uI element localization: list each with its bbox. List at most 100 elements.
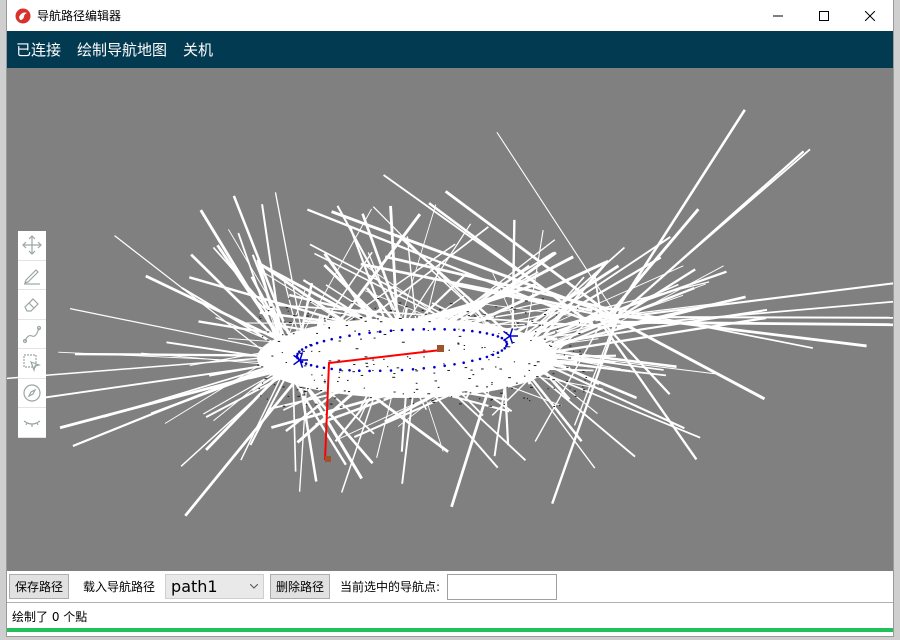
obstacle-speck — [457, 343, 460, 345]
nav-point[interactable] — [400, 368, 404, 372]
nav-point[interactable] — [462, 329, 466, 332]
obstacle-speck — [556, 328, 559, 330]
title-bar[interactable]: 导航路径编辑器 — [7, 0, 893, 31]
nav-point[interactable] — [478, 357, 482, 361]
nav-point[interactable] — [503, 347, 507, 350]
nav-point[interactable] — [496, 351, 500, 355]
minimize-button[interactable] — [755, 0, 801, 31]
nav-point[interactable] — [500, 336, 504, 340]
tool-hide[interactable] — [18, 408, 46, 438]
map-canvas[interactable] — [7, 68, 893, 571]
nav-point[interactable] — [330, 337, 334, 341]
obstacle-speck — [377, 298, 380, 300]
nav-point[interactable] — [330, 367, 334, 371]
nav-point[interactable] — [368, 331, 371, 335]
occupancy-map[interactable] — [7, 68, 893, 571]
current-point-label: 当前选中的导航点: — [340, 580, 441, 594]
obstacle-speck — [360, 317, 363, 319]
nav-point[interactable] — [368, 369, 371, 373]
nav-point[interactable] — [500, 349, 504, 352]
nav-point[interactable] — [378, 369, 382, 373]
nav-point[interactable] — [422, 327, 426, 331]
tool-draw-path[interactable] — [18, 320, 46, 349]
nav-point[interactable] — [300, 348, 304, 351]
nav-point[interactable] — [298, 350, 301, 354]
eraser-icon — [24, 298, 39, 312]
nav-point[interactable] — [491, 333, 495, 337]
obstacle-speck — [383, 358, 385, 360]
nav-point[interactable] — [485, 332, 489, 335]
menu-item-shutdown[interactable]: 关机 — [183, 39, 213, 60]
menu-item-draw-map[interactable]: 绘制导航地图 — [77, 39, 167, 60]
path-start-marker[interactable] — [325, 456, 331, 462]
tool-pencil[interactable] — [18, 261, 46, 290]
nav-point[interactable] — [389, 329, 393, 333]
nav-point[interactable] — [378, 330, 382, 334]
nav-point[interactable] — [505, 344, 508, 348]
nav-point[interactable] — [315, 341, 319, 345]
obstacle-speck — [573, 390, 576, 392]
save-path-button[interactable]: 保存路径 — [9, 574, 70, 599]
nav-point[interactable] — [491, 353, 495, 357]
nav-point[interactable] — [453, 363, 456, 366]
window-controls — [755, 0, 893, 31]
path-select[interactable]: path1 — [165, 574, 265, 599]
obstacle-speck — [303, 365, 307, 367]
obstacle-speck — [392, 329, 395, 331]
nav-point[interactable] — [304, 346, 308, 349]
current-point-field[interactable] — [447, 573, 558, 600]
nav-point[interactable] — [462, 361, 466, 365]
nav-point[interactable] — [443, 328, 447, 331]
nav-point[interactable] — [496, 335, 500, 338]
obstacle-speck — [306, 315, 309, 317]
nav-point[interactable] — [304, 362, 308, 365]
nav-point[interactable] — [443, 364, 447, 368]
tool-compass[interactable] — [18, 379, 46, 408]
obstacle-speck — [337, 381, 339, 383]
obstacle-speck — [323, 381, 326, 383]
obstacle-speck — [513, 308, 517, 310]
nav-point[interactable] — [471, 359, 474, 363]
nav-point[interactable] — [453, 328, 456, 332]
nav-point[interactable] — [505, 340, 508, 344]
nav-point[interactable] — [478, 330, 482, 334]
nav-point[interactable] — [339, 336, 342, 339]
nav-point[interactable] — [309, 363, 313, 367]
obstacle-speck — [422, 349, 426, 351]
close-button[interactable] — [847, 0, 893, 31]
nav-point[interactable] — [322, 366, 326, 370]
tool-move[interactable] — [18, 231, 46, 261]
nav-point[interactable] — [296, 352, 299, 356]
nav-point[interactable] — [339, 368, 342, 372]
maximize-button[interactable] — [801, 0, 847, 31]
nav-point[interactable] — [348, 334, 351, 338]
obstacle-speck — [368, 330, 371, 332]
menu-item-connected[interactable]: 已连接 — [16, 39, 61, 60]
nav-point[interactable] — [422, 367, 426, 370]
nav-point[interactable] — [400, 328, 404, 332]
obstacle-speck — [427, 393, 431, 395]
obstacle-speck — [287, 395, 290, 397]
nav-point[interactable] — [471, 329, 474, 333]
delete-path-button[interactable]: 删除路径 — [270, 574, 331, 599]
nav-point[interactable] — [433, 365, 436, 369]
scan-ray — [444, 190, 611, 316]
tool-select[interactable] — [18, 349, 46, 379]
tool-eraser[interactable] — [18, 290, 46, 320]
nav-point[interactable] — [411, 328, 415, 331]
move-icon — [22, 235, 42, 256]
obstacle-speck — [294, 315, 297, 317]
nav-point[interactable] — [485, 355, 489, 359]
path-end-marker[interactable] — [437, 345, 444, 352]
nav-point[interactable] — [433, 327, 436, 331]
nav-point[interactable] — [358, 369, 361, 373]
nav-point[interactable] — [411, 368, 415, 371]
obstacle-speck — [497, 356, 500, 358]
nav-point[interactable] — [358, 332, 361, 336]
nav-point[interactable] — [389, 369, 393, 372]
nav-point[interactable] — [315, 365, 319, 368]
nav-point[interactable] — [309, 343, 313, 347]
nav-point[interactable] — [348, 369, 351, 372]
obstacle-speck — [266, 398, 268, 400]
nav-point[interactable] — [322, 339, 326, 343]
